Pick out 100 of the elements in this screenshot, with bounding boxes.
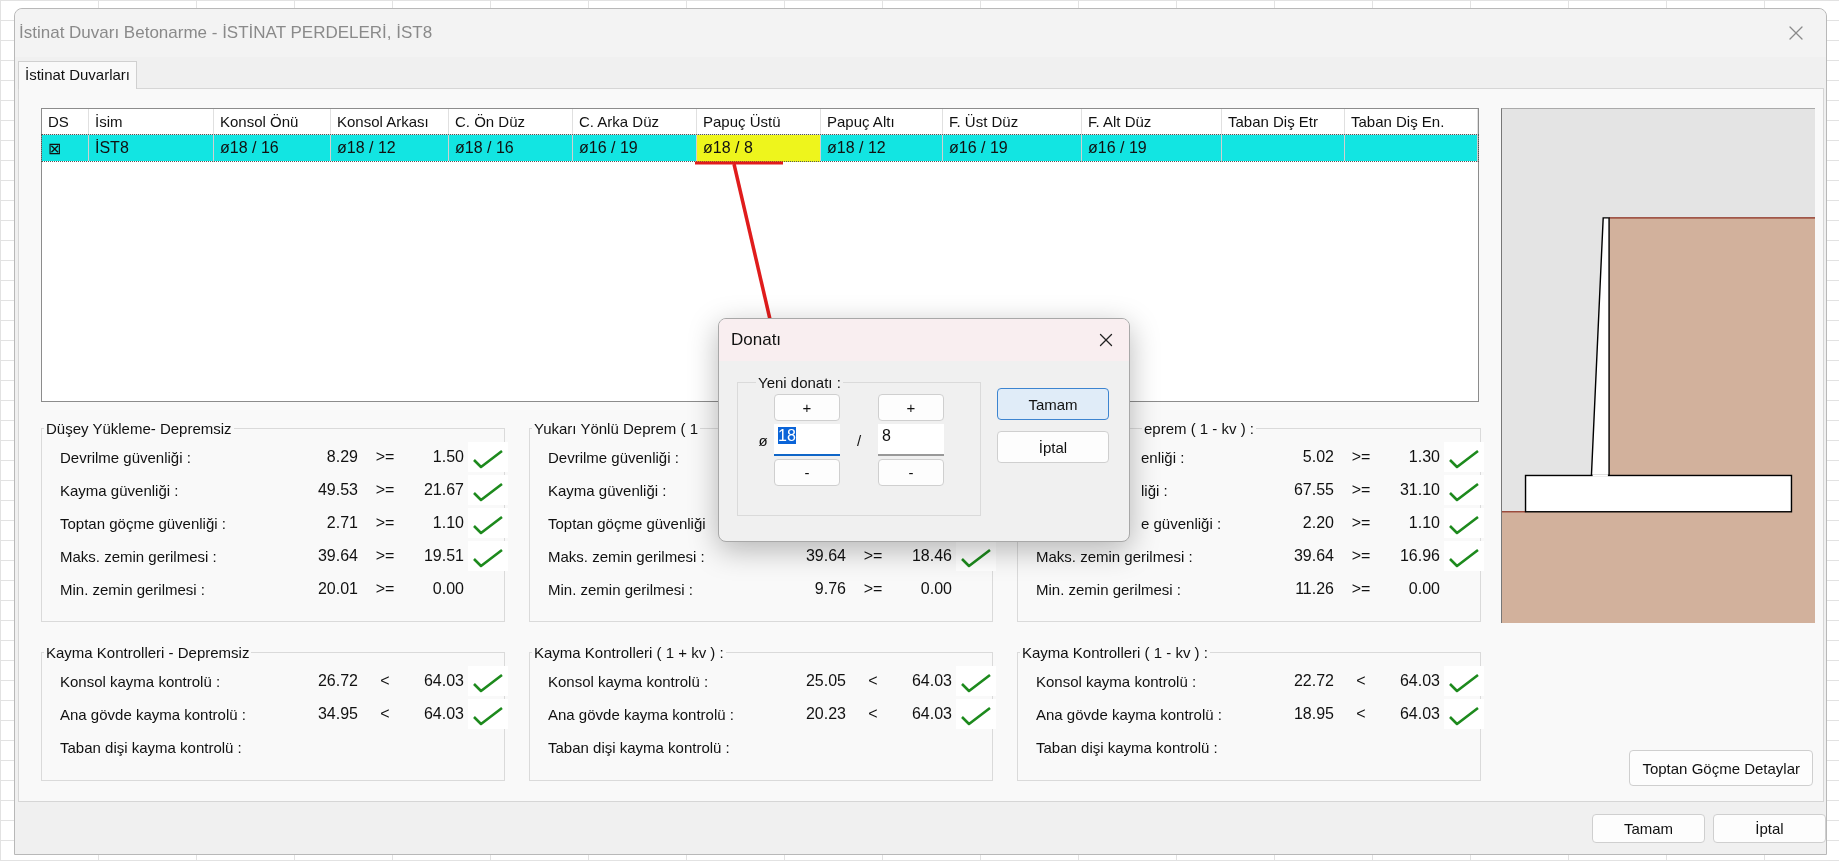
check-value: 25.05 <box>804 672 846 690</box>
check-label: Taban dişi kayma kontrolü : <box>548 738 731 756</box>
table-cell[interactable]: ⊠ <box>42 135 89 162</box>
check-limit: 1.50 <box>431 448 464 466</box>
check-value: 22.72 <box>1292 672 1334 690</box>
table-cell[interactable]: ø18 / 16 <box>214 135 331 162</box>
check-label: Maks. zemin gerilmesi : <box>60 547 218 565</box>
check-value: 2.71 <box>325 514 358 532</box>
check-limit: 64.03 <box>1398 705 1440 723</box>
group-title: Kayma Kontrolleri ( 1 + kv ) : <box>533 644 725 661</box>
check-value: 39.64 <box>316 547 358 565</box>
check-label: Ana gövde kayma kontrolü : <box>548 705 735 723</box>
check-limit: 64.03 <box>910 672 952 690</box>
comparison-sign: >= <box>374 547 396 565</box>
check-icon <box>1444 666 1484 696</box>
window-title: İstinat Duvarı Betonarme - İSTİNAT PERDELERİ, İST8 <box>19 23 433 43</box>
comparison-sign: < <box>379 705 391 723</box>
check-value: 39.64 <box>804 547 846 565</box>
table-cell[interactable]: ø18 / 12 <box>821 135 943 162</box>
dialog-button[interactable]: Tamam <box>997 388 1109 420</box>
check-label: Min. zemin gerilmesi : <box>1036 580 1183 598</box>
check-limit: 0.00 <box>431 580 464 598</box>
comparison-sign: >= <box>862 547 884 565</box>
check-label: Konsol kayma kontrolü : <box>60 672 222 690</box>
decrement-button[interactable]: - <box>878 458 944 486</box>
decrement-button[interactable]: - <box>774 458 840 486</box>
table-cell[interactable]: İST8 <box>89 135 214 162</box>
check-limit: 1.30 <box>1407 448 1440 466</box>
check-icon <box>1444 699 1484 729</box>
check-icon <box>1444 475 1484 505</box>
dialog-button[interactable]: İptal <box>1713 813 1826 843</box>
group-title: Yukarı Yönlü Deprem ( 1 <box>533 420 699 437</box>
check-label: Min. zemin gerilmesi : <box>60 580 207 598</box>
check-label: Devrilme güvenliği : <box>60 448 192 466</box>
table-cell[interactable]: ø18 / 8 <box>697 135 821 162</box>
check-label: Ana gövde kayma kontrolü : <box>1036 705 1223 723</box>
check-label: liği : <box>1140 481 1169 499</box>
check-icon <box>468 541 508 571</box>
check-label: Konsol kayma kontrolü : <box>548 672 710 690</box>
check-limit: 31.10 <box>1398 481 1440 499</box>
table-cell[interactable]: ø16 / 19 <box>943 135 1082 162</box>
check-limit: 0.00 <box>1407 580 1440 598</box>
check-value: 9.76 <box>813 580 846 598</box>
check-icon <box>468 699 508 729</box>
check-value: 49.53 <box>316 481 358 499</box>
table-cell[interactable]: ø18 / 16 <box>449 135 573 162</box>
check-icon <box>1444 541 1484 571</box>
comparison-sign: >= <box>862 580 884 598</box>
table-cell[interactable]: ø18 / 12 <box>331 135 449 162</box>
comparison-sign: >= <box>374 448 396 466</box>
details-button[interactable]: Toptan Göçme Detaylar <box>1629 750 1813 786</box>
check-label: Maks. zemin gerilmesi : <box>1036 547 1194 565</box>
increment-button[interactable]: + <box>774 393 840 421</box>
comparison-sign: >= <box>1350 514 1372 532</box>
diameter-symbol: ø <box>757 431 769 449</box>
comparison-sign: >= <box>1350 448 1372 466</box>
check-limit: 18.46 <box>910 547 952 565</box>
check-value: 18.95 <box>1292 705 1334 723</box>
dialog-button[interactable]: Tamam <box>1592 813 1705 843</box>
dialog-title: Donatı <box>731 330 782 350</box>
input-field[interactable]: 18 <box>774 424 840 456</box>
input-field[interactable]: 8 <box>878 424 944 456</box>
comparison-sign: >= <box>1350 481 1372 499</box>
comparison-sign: >= <box>374 514 396 532</box>
group-title: Düşey Yükleme- Depremsiz <box>45 420 233 437</box>
check-value: 20.23 <box>804 705 846 723</box>
check-label: Devrilme güvenliği : <box>548 448 680 466</box>
table-row[interactable]: ⊠ İST8 ø18 / 16 ø18 / 12 ø18 / 16 ø16 / 19 ø18 / 8 ø18 / 12 ø16 / 19 ø16 / 19 <box>42 135 1478 161</box>
check-limit: 1.10 <box>1407 514 1440 532</box>
check-value: 8.29 <box>325 448 358 466</box>
check-value: 26.72 <box>316 672 358 690</box>
comparison-sign: < <box>379 672 391 690</box>
check-limit: 19.51 <box>422 547 464 565</box>
group-title: Kayma Kontrolleri - Depremsiz <box>45 644 251 661</box>
check-limit: 64.03 <box>1398 672 1440 690</box>
separator: / <box>855 431 863 449</box>
check-label: e güvenliği : <box>1140 514 1223 532</box>
comparison-sign: >= <box>374 580 396 598</box>
check-value: 5.02 <box>1301 448 1334 466</box>
tab[interactable]: İstinat Duvarları <box>18 61 138 89</box>
check-icon <box>468 475 508 505</box>
check-limit: 64.03 <box>910 705 952 723</box>
check-limit: 0.00 <box>919 580 952 598</box>
group-title: Kayma Kontrolleri ( 1 - kv ) : <box>1021 644 1209 661</box>
comparison-sign: < <box>1355 672 1367 690</box>
check-limit: 64.03 <box>422 705 464 723</box>
check-label: Konsol kayma kontrolü : <box>1036 672 1198 690</box>
increment-button[interactable]: + <box>878 393 944 421</box>
group-title: eprem ( 1 - kv ) : <box>1143 420 1256 437</box>
check-icon <box>956 699 996 729</box>
check-icon <box>956 666 996 696</box>
dialog-button[interactable]: İptal <box>997 431 1109 463</box>
check-limit: 1.10 <box>431 514 464 532</box>
comparison-sign: >= <box>374 481 396 499</box>
table-cell[interactable]: ø16 / 19 <box>1082 135 1222 162</box>
comparison-sign: < <box>1355 705 1367 723</box>
check-icon <box>956 541 996 571</box>
check-value: 2.20 <box>1301 514 1334 532</box>
check-label: Toptan göçme güvenliği <box>548 514 707 532</box>
check-icon <box>468 442 508 472</box>
